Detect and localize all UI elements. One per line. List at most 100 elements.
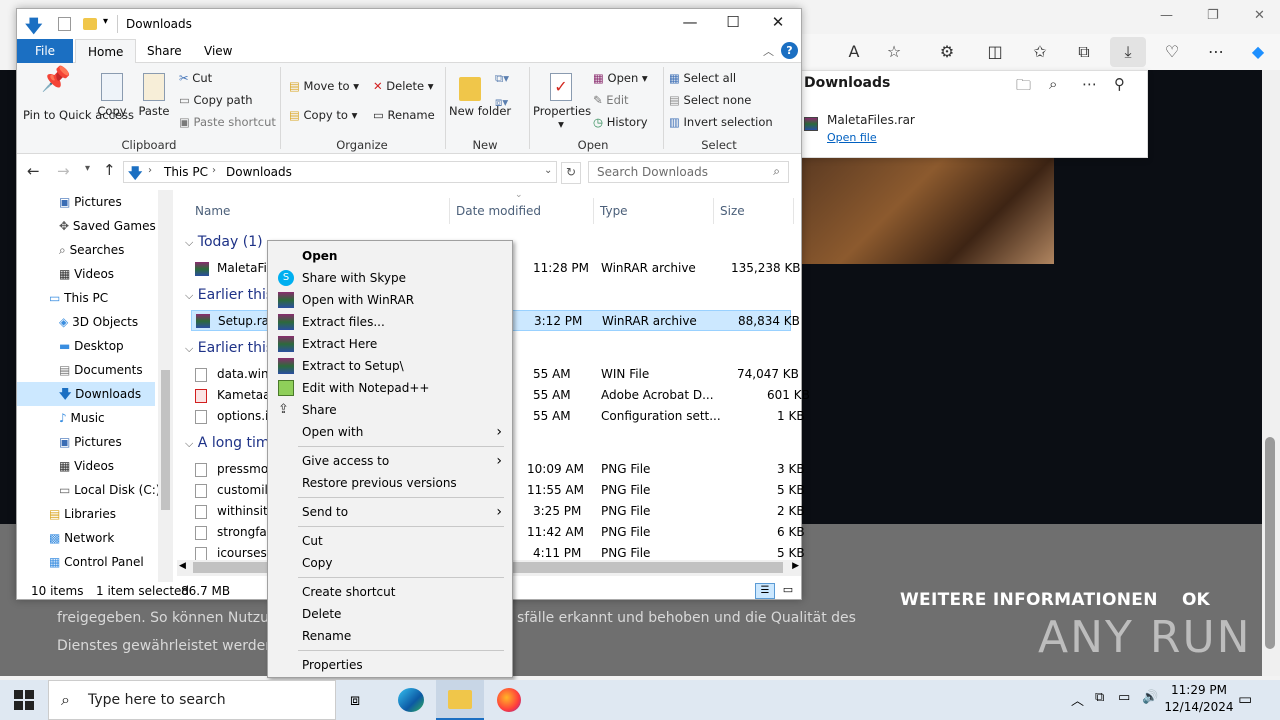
menu-item-give-access[interactable]: Give access to › [268, 450, 512, 472]
help-icon[interactable]: ? [781, 42, 798, 59]
close-icon[interactable]: ✕ [1254, 8, 1265, 23]
nav-pictures[interactable]: ▣ Pictures [17, 190, 167, 214]
select-none-button[interactable]: ▤ Select none [669, 93, 751, 107]
chevron-up-icon[interactable]: ︿ [1071, 690, 1084, 709]
search-input[interactable]: Search Downloads ⌕ [588, 161, 789, 183]
nav-desktop[interactable]: ▬ Desktop [17, 334, 167, 358]
menu-item-create-shortcut[interactable]: Create shortcut [268, 581, 512, 603]
menu-item-open-with[interactable]: Open with › [268, 421, 512, 443]
menu-item-rename[interactable]: Rename [268, 625, 512, 647]
nav-local-disk[interactable]: ▭ Local Disk (C:) [17, 478, 167, 502]
menu-item-extract-to[interactable]: Extract to Setup\ [268, 355, 512, 377]
menu-item-share[interactable]: ⇪ Share [268, 399, 512, 421]
tab-home[interactable]: Home [75, 39, 137, 64]
volume-icon[interactable]: 🔊 [1142, 690, 1158, 705]
menu-item-cut[interactable]: Cut [268, 530, 512, 552]
search-icon[interactable]: ⌕ [1049, 75, 1057, 93]
download-file-name[interactable]: MaletaFiles.rar [827, 113, 915, 127]
tab-share[interactable]: Share [135, 39, 194, 63]
new-item-icon[interactable]: ⧉▾ [495, 71, 509, 86]
task-view-icon[interactable]: ⧈ [350, 690, 360, 710]
pin-icon[interactable]: ⚲ [1114, 75, 1125, 93]
nav-downloads[interactable]: 🡇 Downloads [17, 382, 155, 406]
open-file-link[interactable]: Open file [827, 131, 877, 144]
more-info-button[interactable]: WEITERE INFORMATIONEN [900, 590, 1158, 610]
address-bar[interactable]: 🡇 › This PC › Downloads ⌄ [123, 161, 557, 183]
extensions-icon[interactable]: ⚙ [935, 42, 959, 62]
tab-view[interactable]: View [192, 39, 244, 63]
copy-button[interactable]: Copy [93, 73, 131, 118]
favorites-icon[interactable]: ✩ [1028, 42, 1052, 62]
group-header-today[interactable]: ⌵ Today (1) [185, 234, 263, 250]
firefox-icon[interactable] [497, 688, 521, 712]
nav-videos[interactable]: ▦ Videos [17, 262, 167, 286]
group-header-earlier-2[interactable]: ⌵ Earlier this [185, 340, 273, 356]
copy-to-button[interactable]: ▤ Copy to ▾ [289, 108, 357, 122]
easy-access-icon[interactable]: ⧈▾ [495, 95, 508, 110]
device-icon[interactable]: ⧉ [1095, 690, 1104, 705]
tab-file[interactable]: File [17, 39, 73, 63]
column-type[interactable]: Type [600, 204, 628, 218]
menu-item-share-skype[interactable]: S Share with Skype [268, 267, 512, 289]
open-button[interactable]: ▦ Open ▾ [593, 71, 648, 85]
invert-selection-button[interactable]: ▥ Invert selection [669, 115, 773, 129]
recent-locations-icon[interactable]: ▾ [85, 163, 90, 174]
menu-item-properties[interactable]: Properties [268, 654, 512, 676]
nav-videos-2[interactable]: ▦ Videos [17, 454, 167, 478]
menu-item-open-winrar[interactable]: Open with WinRAR [268, 289, 512, 311]
group-header-long-time[interactable]: ⌵ A long tim [185, 435, 270, 451]
breadcrumb-this-pc[interactable]: This PC [164, 165, 208, 179]
menu-item-open[interactable]: Open [268, 245, 512, 267]
nav-scrollbar-thumb[interactable] [161, 370, 170, 510]
column-size[interactable]: Size [720, 204, 745, 218]
menu-item-extract-files[interactable]: Extract files... [268, 311, 512, 333]
details-view-icon[interactable]: ☰ [755, 583, 775, 599]
paste-shortcut-button[interactable]: ▣ Paste shortcut [179, 115, 276, 129]
nav-this-pc[interactable]: ▭ This PC [17, 286, 167, 310]
forward-arrow-icon[interactable]: → [57, 162, 70, 180]
favorite-star-icon[interactable]: ☆ [882, 42, 906, 62]
explorer-taskbar-button[interactable] [436, 680, 484, 720]
paste-button[interactable]: Paste [135, 73, 173, 118]
ok-button[interactable]: OK [1182, 590, 1210, 610]
collections-icon[interactable]: ⧉ [1072, 42, 1096, 62]
properties-icon[interactable] [58, 17, 71, 31]
menu-item-restore-versions[interactable]: Restore previous versions [268, 472, 512, 494]
up-arrow-icon[interactable]: ↑ [103, 161, 116, 179]
nav-searches[interactable]: ⌕ Searches [17, 238, 167, 262]
menu-item-send-to[interactable]: Send to › [268, 501, 512, 523]
edit-button[interactable]: ✎ Edit [593, 93, 629, 107]
windows-start-icon[interactable] [14, 690, 34, 710]
group-header-earlier[interactable]: ⌵ Earlier this [185, 287, 273, 303]
copilot-icon[interactable]: ◆ [1246, 42, 1270, 62]
copy-path-button[interactable]: ▭ Copy path [179, 93, 253, 107]
refresh-icon[interactable]: ↻ [561, 162, 581, 184]
menu-item-extract-here[interactable]: Extract Here [268, 333, 512, 355]
menu-item-copy[interactable]: Copy [268, 552, 512, 574]
minimize-icon[interactable]: — [1160, 8, 1173, 23]
breadcrumb-downloads[interactable]: Downloads [226, 165, 292, 179]
scroll-right-icon[interactable]: ▶ [792, 561, 799, 571]
taskbar-search-input[interactable]: ⌕ Type here to search [48, 680, 336, 720]
rename-button[interactable]: ▭ Rename [373, 108, 435, 122]
page-scrollbar-thumb[interactable] [1265, 437, 1275, 649]
notifications-icon[interactable]: ▭ [1238, 690, 1252, 708]
properties-button[interactable]: ✓ Properties ▾ [533, 73, 591, 131]
pin-quick-access-button[interactable]: 📌 Pin to Quick access [23, 67, 134, 122]
folder-icon[interactable] [83, 18, 97, 30]
more-options-icon[interactable]: ⋯ [1082, 75, 1097, 93]
read-aloud-icon[interactable]: A [842, 42, 866, 62]
downloads-icon[interactable]: ⤓ [1110, 37, 1146, 67]
browser-essentials-icon[interactable]: ♡ [1160, 42, 1184, 62]
move-to-button[interactable]: ▤ Move to ▾ [289, 79, 359, 93]
large-icons-view-icon[interactable]: ▭ [779, 583, 797, 599]
nav-libraries[interactable]: ▤ Libraries [17, 502, 167, 526]
restore-icon[interactable]: ❐ [1207, 8, 1219, 23]
open-folder-icon[interactable]: 🗀 [1016, 75, 1031, 100]
column-name[interactable]: Name [195, 204, 230, 218]
nav-pictures-2[interactable]: ▣ Pictures [17, 430, 167, 454]
clock[interactable]: 11:29 PM 12/14/2024 [1162, 682, 1236, 716]
nav-saved-games[interactable]: ✥ Saved Games [17, 214, 167, 238]
back-arrow-icon[interactable]: ← [27, 162, 40, 180]
maximize-icon[interactable]: ☐ [710, 13, 756, 35]
